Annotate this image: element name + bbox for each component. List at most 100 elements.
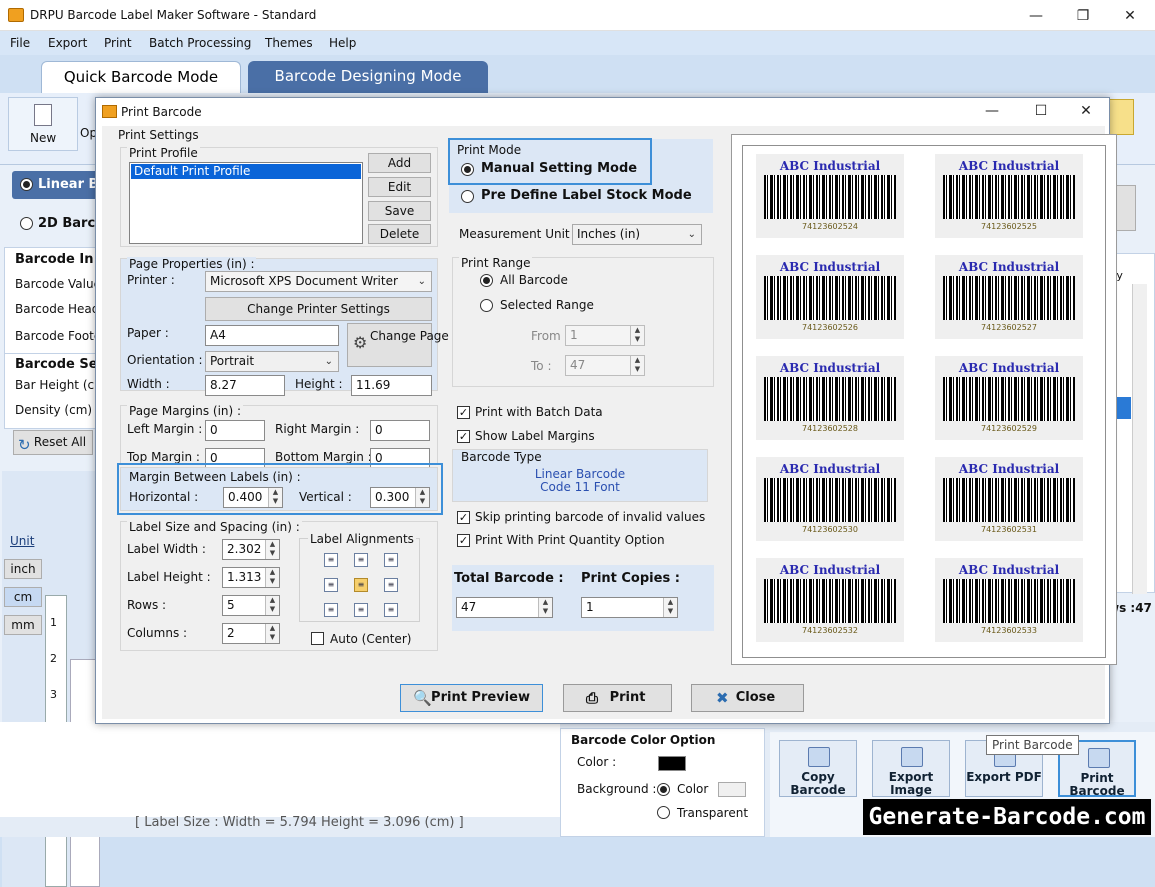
watermark: Generate-Barcode.com: [863, 799, 1151, 835]
barcode-type-group: Barcode Type Linear Barcode Code 11 Font: [452, 449, 708, 502]
selected-range-radio[interactable]: [480, 299, 493, 312]
right-margin-field[interactable]: 0: [370, 420, 430, 441]
print-batch-data-checkbox[interactable]: ✓: [457, 406, 470, 419]
menu-export[interactable]: Export: [48, 36, 87, 50]
dialog-body: Print Settings Print Profile Default Pri…: [102, 126, 1117, 719]
print-preview-button[interactable]: 🔍 Print Preview: [400, 684, 543, 712]
label-width-spinner[interactable]: 2.302 ▲ ▼: [222, 539, 280, 560]
align-top-left-icon[interactable]: ≡: [324, 553, 338, 567]
label-height-spinner[interactable]: 1.313 ▲ ▼: [222, 567, 280, 588]
window-title: DRPU Barcode Label Maker Software - Stan…: [30, 8, 317, 22]
preview-label: ABC Industrial 74123602527: [935, 255, 1083, 339]
columns-spinner[interactable]: 2 ▲ ▼: [222, 623, 280, 644]
minimize-icon[interactable]: —: [1026, 6, 1046, 26]
grid-scrollbar[interactable]: [1132, 284, 1147, 594]
reset-all-button[interactable]: ↻ Reset All: [13, 430, 93, 455]
measurement-unit-select[interactable]: Inches (in) ⌄: [572, 224, 702, 245]
page-margins-group: Page Margins (in) : Left Margin : 0 Righ…: [120, 404, 438, 469]
print-copies-spinner[interactable]: 1 ▲ ▼: [581, 597, 678, 618]
page-width-field[interactable]: 8.27: [205, 375, 285, 396]
profile-list-item[interactable]: Default Print Profile: [131, 164, 361, 179]
copy-barcode-button[interactable]: Copy Barcode: [779, 740, 857, 797]
left-margin-field[interactable]: 0: [205, 420, 265, 441]
menu-print[interactable]: Print: [104, 36, 132, 50]
print-quantity-checkbox[interactable]: ✓: [457, 534, 470, 547]
tab-quick-barcode-mode[interactable]: Quick Barcode Mode: [41, 61, 241, 93]
menu-batch-processing[interactable]: Batch Processing: [149, 36, 251, 50]
unit-mm-button[interactable]: mm: [4, 615, 42, 635]
align-top-center-icon[interactable]: ≡: [354, 553, 368, 567]
orientation-select[interactable]: Portrait ⌄: [205, 351, 339, 372]
unit-inch-button[interactable]: inch: [4, 559, 42, 579]
align-bottom-left-icon[interactable]: ≡: [324, 603, 338, 617]
barcode-bars: [764, 175, 896, 219]
bg-color-swatch[interactable]: [718, 782, 746, 797]
print-button[interactable]: ⎙ Print: [563, 684, 672, 712]
title-bar: DRPU Barcode Label Maker Software - Stan…: [0, 0, 1155, 31]
dialog-title: Print Barcode: [121, 105, 202, 119]
dialog-close-icon[interactable]: ✕: [1076, 101, 1096, 121]
barcode-input-panel: Barcode In Barcode Value Barcode Head Ba…: [4, 247, 101, 355]
print-profile-list[interactable]: Default Print Profile: [129, 162, 363, 244]
barcode-bars: [943, 175, 1075, 219]
range-from-spinner[interactable]: 1 ▲ ▼: [565, 325, 645, 346]
new-button[interactable]: New: [8, 97, 78, 151]
printer-select[interactable]: Microsoft XPS Document Writer ⌄: [205, 271, 432, 292]
menu-file[interactable]: File: [10, 36, 30, 50]
align-bottom-center-icon[interactable]: ≡: [354, 603, 368, 617]
refresh-icon: ↻: [18, 436, 31, 454]
dialog-minimize-icon[interactable]: —: [982, 101, 1002, 121]
tab-barcode-designing-mode[interactable]: Barcode Designing Mode: [248, 61, 488, 93]
unit-cm-button[interactable]: cm: [4, 587, 42, 607]
bg-transparent-radio[interactable]: [657, 806, 670, 819]
align-center-icon[interactable]: ≡: [354, 578, 368, 592]
2d-barcode-option[interactable]: 2D Barc: [12, 213, 100, 237]
label-alignments-box: Label Alignments ≡ ≡ ≡ ≡ ≡ ≡ ≡ ≡ ≡: [299, 532, 420, 622]
close-button[interactable]: ✖ Close: [691, 684, 804, 712]
barcode-bars: [764, 579, 896, 623]
rows-spinner[interactable]: 5 ▲ ▼: [222, 595, 280, 616]
profile-save-button[interactable]: Save: [368, 201, 431, 221]
restore-icon[interactable]: ❐: [1073, 6, 1093, 26]
menu-help[interactable]: Help: [329, 36, 356, 50]
menu-bar: File Export Print Batch Processing Theme…: [0, 31, 1155, 55]
skip-invalid-checkbox[interactable]: ✓: [457, 511, 470, 524]
paper-field[interactable]: A4: [205, 325, 339, 346]
profile-edit-button[interactable]: Edit: [368, 177, 431, 197]
magnifier-icon: 🔍: [413, 689, 432, 707]
menu-themes[interactable]: Themes: [265, 36, 313, 50]
image-icon: [901, 747, 923, 767]
range-to-spinner[interactable]: 47 ▲ ▼: [565, 355, 645, 376]
barcode-bars: [764, 276, 896, 320]
change-printer-settings-button[interactable]: Change Printer Settings: [205, 297, 432, 321]
auto-center-checkbox[interactable]: [311, 632, 324, 645]
label-size-group: Label Size and Spacing (in) : Label Widt…: [120, 520, 438, 651]
align-middle-left-icon[interactable]: ≡: [324, 578, 338, 592]
predefine-label-stock-radio[interactable]: [461, 190, 474, 203]
printer-icon: ⎙: [586, 689, 599, 707]
canvas-area: [0, 722, 560, 817]
bg-color-radio[interactable]: [657, 783, 670, 796]
linear-barcode-option[interactable]: Linear B: [12, 171, 100, 199]
align-top-right-icon[interactable]: ≡: [384, 553, 398, 567]
change-page-button[interactable]: ⚙ Change Page: [347, 323, 449, 367]
show-label-margins-checkbox[interactable]: ✓: [457, 430, 470, 443]
close-icon[interactable]: ✕: [1120, 6, 1140, 26]
barcode-bars: [943, 579, 1075, 623]
page-height-field[interactable]: 11.69: [351, 375, 432, 396]
dialog-maximize-icon[interactable]: ☐: [1031, 101, 1051, 121]
export-image-button[interactable]: Export Image: [872, 740, 950, 797]
barcode-bars: [943, 478, 1075, 522]
all-barcode-radio[interactable]: [480, 274, 493, 287]
barcode-bars: [764, 478, 896, 522]
preview-label: ABC Industrial 74123602533: [935, 558, 1083, 642]
align-middle-right-icon[interactable]: ≡: [384, 578, 398, 592]
printer-icon: [1088, 748, 1110, 768]
barcode-bars: [943, 377, 1075, 421]
align-bottom-right-icon[interactable]: ≡: [384, 603, 398, 617]
profile-add-button[interactable]: Add: [368, 153, 431, 173]
print-mode-highlight: [448, 138, 652, 185]
total-barcode-spinner[interactable]: 47 ▲ ▼: [456, 597, 553, 618]
barcode-color-swatch[interactable]: [658, 756, 686, 771]
profile-delete-button[interactable]: Delete: [368, 224, 431, 244]
